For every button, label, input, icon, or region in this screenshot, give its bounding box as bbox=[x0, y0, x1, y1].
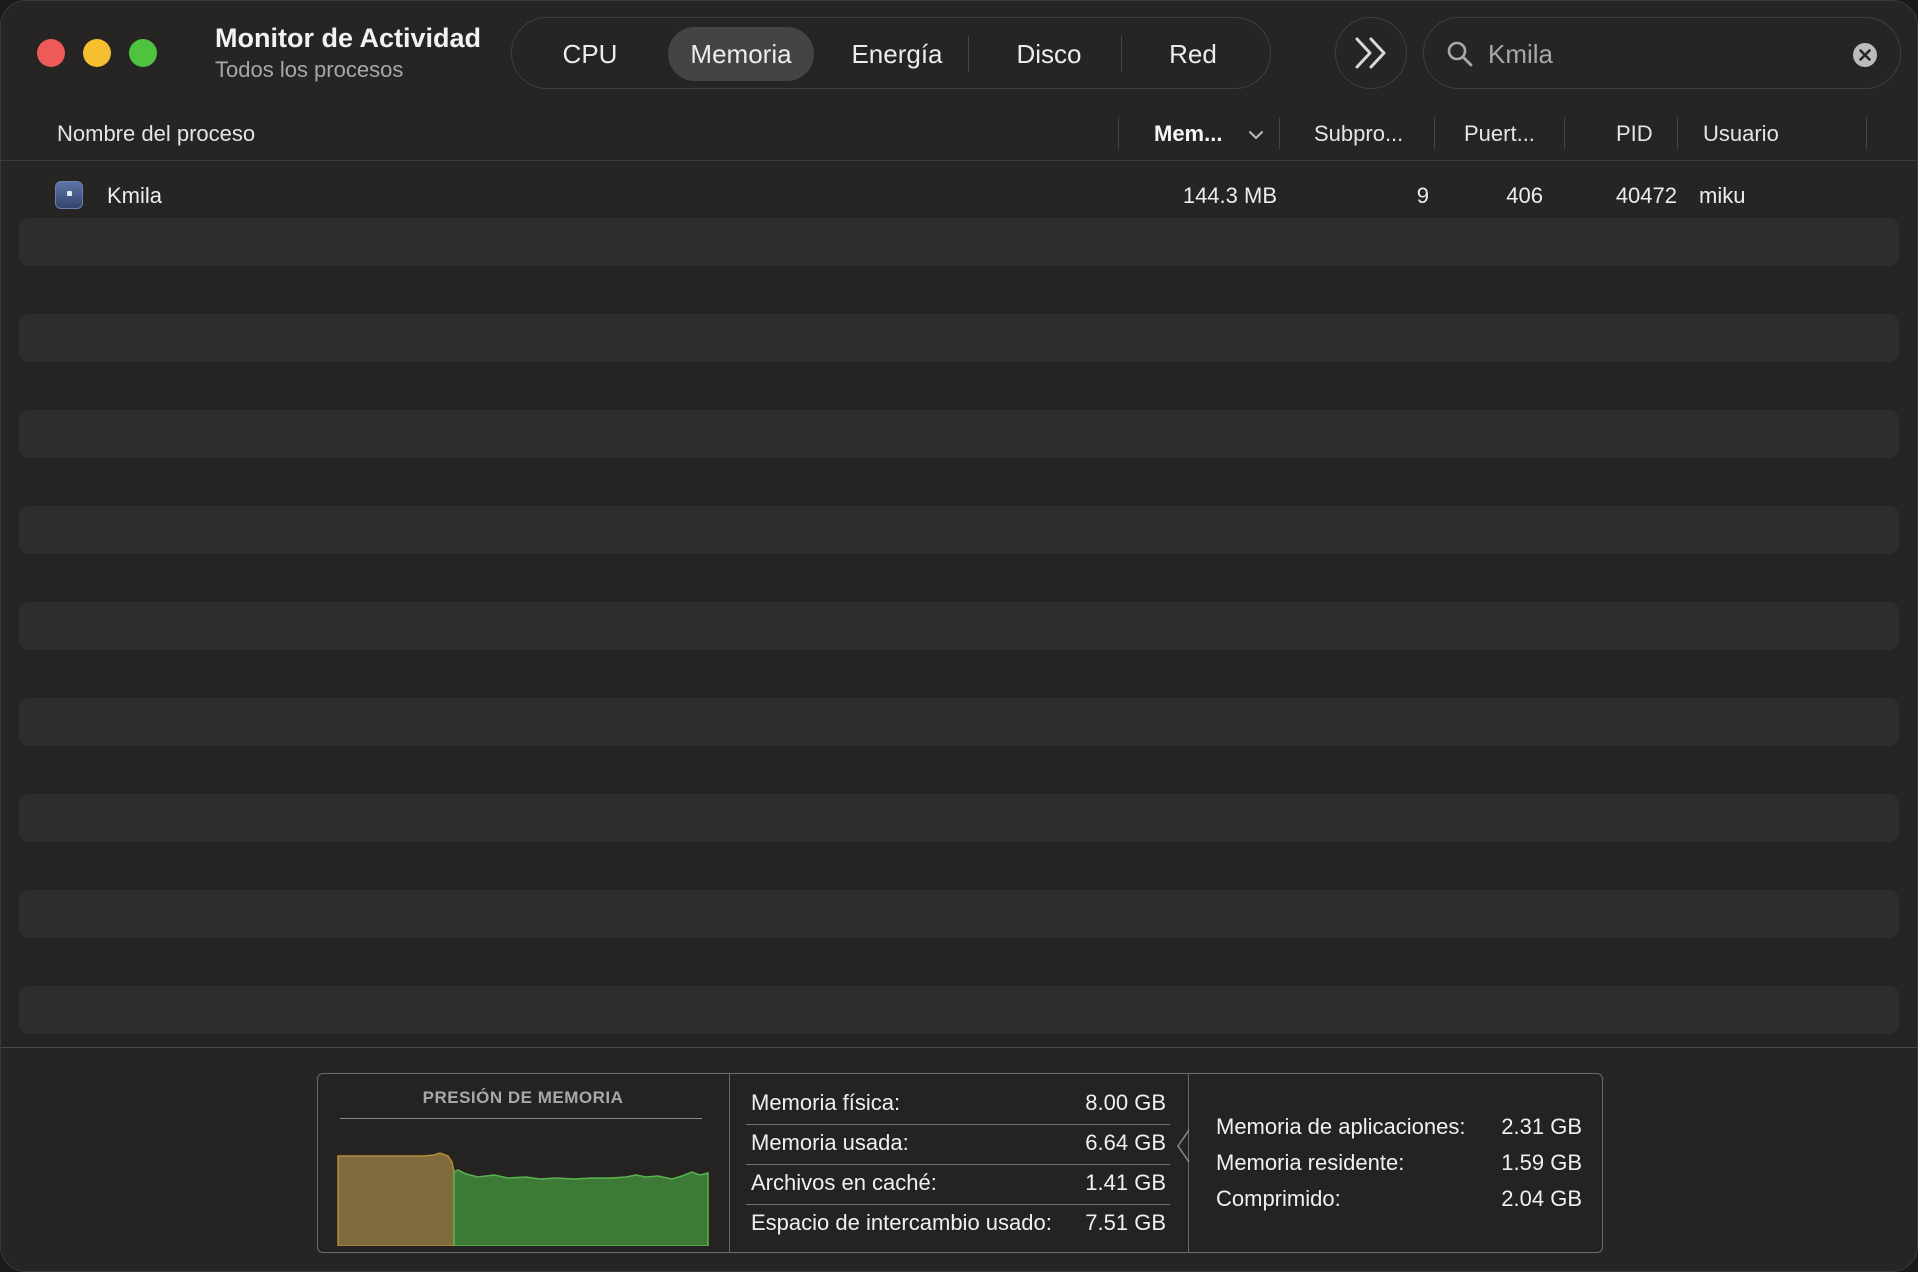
process-name: Kmila bbox=[107, 183, 163, 208]
column-divider[interactable] bbox=[1677, 117, 1678, 149]
physical-memory-value: 8.00 GB bbox=[1085, 1090, 1166, 1115]
search-field[interactable] bbox=[1423, 17, 1901, 89]
compressed-memory-value: 2.04 GB bbox=[1501, 1186, 1582, 1211]
swap-used-value: 7.51 GB bbox=[1085, 1210, 1166, 1235]
memory-pressure-yellow-area bbox=[337, 1152, 455, 1246]
empty-table-row bbox=[19, 218, 1899, 266]
column-divider[interactable] bbox=[1564, 117, 1565, 149]
column-header-memory[interactable]: Mem... bbox=[1154, 121, 1222, 147]
search-input[interactable] bbox=[1488, 34, 1828, 74]
activity-monitor-window: Monitor de Actividad Todos los procesos … bbox=[0, 0, 1918, 1272]
maximize-window-button[interactable] bbox=[129, 39, 157, 67]
process-pid: 40472 bbox=[1615, 183, 1677, 208]
column-divider[interactable] bbox=[1118, 117, 1119, 149]
memory-pressure-green-area bbox=[453, 1169, 709, 1246]
memory-pressure-rule bbox=[340, 1118, 702, 1119]
empty-table-row bbox=[19, 794, 1899, 842]
used-memory-label: Memoria usada: bbox=[751, 1130, 909, 1155]
close-window-button[interactable] bbox=[37, 39, 65, 67]
sort-descending-chevron-icon bbox=[1249, 131, 1263, 139]
wired-memory-value: 1.59 GB bbox=[1501, 1150, 1582, 1175]
chevron-double-right-icon bbox=[1355, 37, 1386, 69]
cached-files-value: 1.41 GB bbox=[1085, 1170, 1166, 1195]
column-divider[interactable] bbox=[1279, 117, 1280, 149]
empty-table-row bbox=[19, 986, 1899, 1034]
tab-cpu[interactable]: CPU bbox=[526, 27, 654, 81]
clear-search-icon[interactable] bbox=[1852, 42, 1878, 68]
memory-pressure-graph bbox=[337, 1152, 709, 1246]
memory-pressure-title: PRESIÓN DE MEMORIA bbox=[422, 1088, 624, 1107]
memory-summary-panel: PRESIÓN DE MEMORIA Memoria física: 8.00 … bbox=[317, 1073, 1603, 1253]
empty-table-row bbox=[19, 890, 1899, 938]
stat-divider bbox=[746, 1164, 1170, 1165]
app-memory-label: Memoria de aplicaciones: bbox=[1216, 1114, 1466, 1139]
process-filter-subtitle[interactable]: Todos los procesos bbox=[215, 57, 403, 83]
empty-table-row bbox=[19, 602, 1899, 650]
tab-disk[interactable]: Disco bbox=[976, 27, 1122, 81]
panel-divider bbox=[1, 1047, 1917, 1048]
empty-table-row bbox=[19, 314, 1899, 362]
column-divider[interactable] bbox=[1434, 117, 1435, 149]
panel-column-divider bbox=[729, 1074, 730, 1252]
empty-table-row bbox=[19, 506, 1899, 554]
stat-divider bbox=[746, 1204, 1170, 1205]
process-memory: 144.3 MB bbox=[1182, 183, 1277, 208]
app-memory-value: 2.31 GB bbox=[1501, 1114, 1582, 1139]
wired-memory-label: Memoria residente: bbox=[1216, 1150, 1405, 1175]
compressed-memory-label: Comprimido: bbox=[1216, 1186, 1341, 1211]
search-icon bbox=[1447, 41, 1473, 67]
minimize-window-button[interactable] bbox=[83, 39, 111, 67]
app-icon bbox=[55, 181, 83, 209]
physical-memory-label: Memoria física: bbox=[751, 1090, 901, 1115]
column-header-threads[interactable]: Subpro... bbox=[1314, 121, 1403, 147]
tab-memory[interactable]: Memoria bbox=[668, 27, 814, 81]
empty-table-row bbox=[19, 410, 1899, 458]
process-user: miku bbox=[1699, 183, 1746, 208]
process-table-header: Nombre del proceso Mem... Subpro... Puer… bbox=[1, 105, 1917, 161]
cached-files-label: Archivos en caché: bbox=[751, 1170, 937, 1195]
used-memory-bracket-icon bbox=[1177, 1129, 1190, 1163]
column-header-ports[interactable]: Puert... bbox=[1464, 121, 1535, 147]
empty-table-row bbox=[19, 698, 1899, 746]
used-memory-value: 6.64 GB bbox=[1085, 1130, 1166, 1155]
tab-divider bbox=[968, 36, 969, 72]
column-divider[interactable] bbox=[1866, 117, 1867, 149]
app-title: Monitor de Actividad bbox=[215, 23, 482, 53]
tab-divider bbox=[1121, 36, 1122, 72]
toolbar-overflow-button[interactable] bbox=[1335, 17, 1407, 89]
title-bar: Monitor de Actividad Todos los procesos … bbox=[1, 1, 1917, 105]
swap-used-label: Espacio de intercambio usado: bbox=[751, 1210, 1052, 1235]
column-header-pid[interactable]: PID bbox=[1616, 121, 1653, 147]
tab-energy[interactable]: Energía bbox=[822, 27, 972, 81]
process-threads: 9 bbox=[1416, 183, 1429, 208]
tab-network[interactable]: Red bbox=[1126, 27, 1260, 81]
tab-bar: CPU Memoria Energía Disco Red bbox=[511, 17, 1271, 89]
process-ports: 406 bbox=[1506, 183, 1543, 208]
column-header-process-name[interactable]: Nombre del proceso bbox=[57, 121, 255, 147]
table-row[interactable]: Kmila 144.3 MB 9 406 40472 miku bbox=[19, 170, 1899, 218]
stat-divider bbox=[746, 1124, 1170, 1125]
column-header-user[interactable]: Usuario bbox=[1703, 121, 1779, 147]
